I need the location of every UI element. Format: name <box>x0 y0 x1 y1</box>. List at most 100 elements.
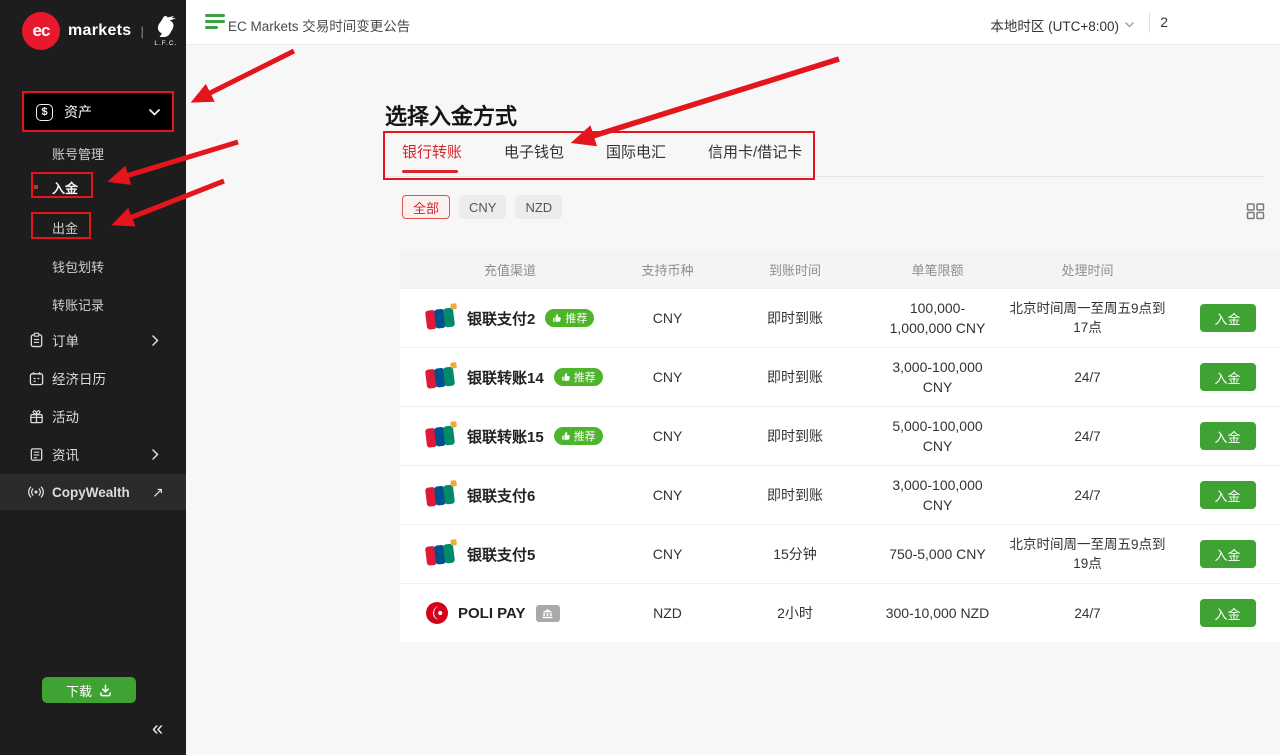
grid-view-icon[interactable] <box>1246 201 1266 226</box>
sidebar-item-news[interactable]: 资讯 <box>0 439 186 469</box>
tabs-divider <box>385 176 1264 177</box>
lfc-logo: L.F.C. <box>153 15 179 47</box>
thumbs-up-icon <box>561 431 571 441</box>
column-header: 处理时间 <box>1000 260 1175 279</box>
download-button[interactable]: 下载 <box>42 677 136 703</box>
currency-cell: NZD <box>620 605 715 621</box>
sidebar-item-orders[interactable]: 订单 <box>0 325 186 355</box>
limit-cell: 3,000-100,000 CNY <box>875 467 1000 523</box>
processing-cell: 24/7 <box>1000 478 1175 513</box>
limit-cell: 750-5,000 CNY <box>875 536 1000 572</box>
timezone-label: 本地时区 (UTC+8:00) <box>990 15 1119 35</box>
sidebar-item-deposit[interactable]: 入金 <box>52 178 78 197</box>
external-link-icon: ↗ <box>152 484 164 501</box>
arrival-cell: 即时到账 <box>715 485 875 505</box>
topbar-divider <box>1149 12 1150 33</box>
channel-name: 银联转账14 <box>467 367 544 388</box>
brand-logo[interactable]: ec markets | L.F.C. <box>22 12 179 50</box>
recommend-badge: 推荐 <box>545 309 594 327</box>
bank-badge-icon <box>536 605 560 622</box>
download-label: 下载 <box>66 681 92 700</box>
news-label: 资讯 <box>52 444 79 464</box>
filter-cny[interactable]: CNY <box>459 195 506 219</box>
announcement-link[interactable]: EC Markets 交易时间变更公告 <box>228 15 410 35</box>
download-icon <box>99 684 112 697</box>
deposit-button[interactable]: 入金 <box>1200 363 1256 391</box>
sidebar-item-transfer-records[interactable]: 转账记录 <box>52 295 104 314</box>
arrival-cell: 即时到账 <box>715 308 875 328</box>
currency-filters: 全部 CNY NZD <box>402 195 562 219</box>
activities-label: 活动 <box>52 406 79 426</box>
currency-cell: CNY <box>620 428 715 444</box>
recommend-label: 推荐 <box>574 428 596 444</box>
recommend-badge: 推荐 <box>554 427 603 445</box>
tab-bank-transfer[interactable]: 银行转账 <box>402 141 462 176</box>
page-title: 选择入金方式 <box>385 99 517 131</box>
filter-all[interactable]: 全部 <box>402 195 450 219</box>
lfc-caption: L.F.C. <box>154 40 177 47</box>
orders-label: 订单 <box>52 330 79 350</box>
sidebar-item-economic-calendar[interactable]: 经济日历 <box>0 363 186 393</box>
sidebar-item-withdraw[interactable]: 出金 <box>52 218 78 237</box>
table-header-row: 充值渠道 支持币种 到账时间 单笔限额 处理时间 <box>400 250 1280 288</box>
deposit-button[interactable]: 入金 <box>1200 481 1256 509</box>
thumbs-up-icon <box>552 313 562 323</box>
brand-markets-label: markets <box>68 22 131 40</box>
assets-dollar-icon: $ <box>36 104 53 121</box>
arrival-cell: 15分钟 <box>715 544 875 564</box>
timezone-selector[interactable]: 本地时区 (UTC+8:00) <box>990 15 1134 35</box>
processing-cell: 24/7 <box>1000 419 1175 454</box>
channel-name: 银联支付5 <box>467 544 535 565</box>
table-row: 银联转账14 推荐 CNY 即时到账 3,000-100,000 CNY 24/… <box>400 347 1280 406</box>
deposit-channels-table: 充值渠道 支持币种 到账时间 单笔限额 处理时间 银联支付2 推荐 CNY 即时… <box>400 250 1280 642</box>
processing-cell: 24/7 <box>1000 360 1175 395</box>
column-header: 到账时间 <box>715 260 875 279</box>
processing-cell: 北京时间周一至周五9点到19点 <box>1000 527 1175 581</box>
filter-nzd[interactable]: NZD <box>515 195 562 219</box>
economic-calendar-label: 经济日历 <box>52 368 106 388</box>
annotation-arrow-assets <box>196 51 294 100</box>
active-item-dot <box>34 185 38 189</box>
recommend-badge: 推荐 <box>554 368 603 386</box>
table-row: 银联支付6 CNY 即时到账 3,000-100,000 CNY 24/7 入金 <box>400 465 1280 524</box>
sidebar-item-wallet-transfer[interactable]: 钱包划转 <box>52 257 104 276</box>
poli-pay-icon <box>426 602 448 624</box>
topbar: EC Markets 交易时间变更公告 本地时区 (UTC+8:00) 2 <box>186 0 1280 45</box>
tab-international-wire[interactable]: 国际电汇 <box>606 141 666 176</box>
menu-toggle-icon[interactable] <box>205 14 225 32</box>
currency-cell: CNY <box>620 546 715 562</box>
broadcast-icon <box>28 484 44 500</box>
sidebar-item-account-management[interactable]: 账号管理 <box>52 144 104 163</box>
sidebar-item-assets[interactable]: $ 资产 <box>24 93 172 131</box>
sidebar-item-copywealth[interactable]: CopyWealth ↗ <box>0 474 186 510</box>
liverbird-icon <box>153 15 179 39</box>
channel-name: POLI PAY <box>458 605 526 622</box>
table-row: 银联转账15 推荐 CNY 即时到账 5,000-100,000 CNY 24/… <box>400 406 1280 465</box>
deposit-method-tabs: 银行转账 电子钱包 国际电汇 信用卡/借记卡 <box>402 141 802 176</box>
calendar-icon <box>28 370 44 386</box>
chevron-right-icon <box>152 335 159 346</box>
limit-cell: 5,000-100,000 CNY <box>875 408 1000 464</box>
unionpay-icon <box>425 483 458 508</box>
processing-cell: 北京时间周一至周五9点到17点 <box>1000 291 1175 345</box>
tab-credit-debit-card[interactable]: 信用卡/借记卡 <box>708 141 802 176</box>
channel-name: 银联支付6 <box>467 485 535 506</box>
table-row: 银联支付5 CNY 15分钟 750-5,000 CNY 北京时间周一至周五9点… <box>400 524 1280 583</box>
unionpay-icon <box>425 306 458 331</box>
ec-logo-icon: ec <box>22 12 60 50</box>
column-header: 支持币种 <box>620 260 715 279</box>
sidebar-item-activities[interactable]: 活动 <box>0 401 186 431</box>
recommend-label: 推荐 <box>574 369 596 385</box>
deposit-button[interactable]: 入金 <box>1200 540 1256 568</box>
deposit-button[interactable]: 入金 <box>1200 304 1256 332</box>
deposit-button[interactable]: 入金 <box>1200 599 1256 627</box>
tab-e-wallet[interactable]: 电子钱包 <box>504 141 564 176</box>
arrival-cell: 即时到账 <box>715 426 875 446</box>
deposit-button[interactable]: 入金 <box>1200 422 1256 450</box>
sidebar: ec markets | L.F.C. $ 资产 账号管理 入金 出金 钱包划转… <box>0 0 186 755</box>
arrival-cell: 即时到账 <box>715 367 875 387</box>
currency-cell: CNY <box>620 487 715 503</box>
sidebar-collapse-button[interactable]: « <box>152 718 163 741</box>
unionpay-icon <box>425 424 458 449</box>
limit-cell: 3,000-100,000 CNY <box>875 349 1000 405</box>
